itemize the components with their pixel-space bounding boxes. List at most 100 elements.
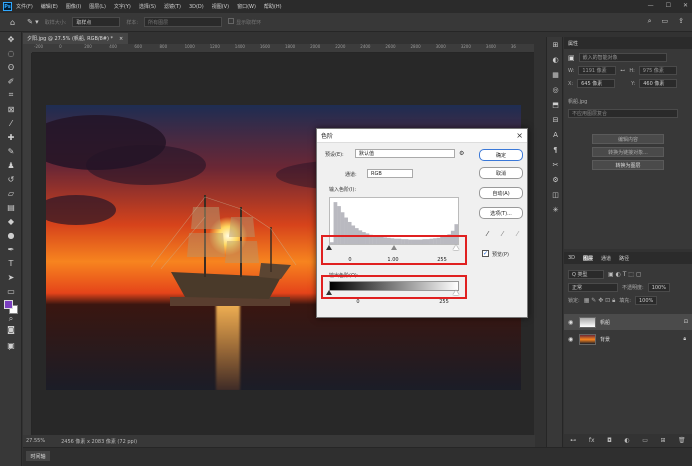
- zoom-level[interactable]: 27.55%: [26, 438, 45, 444]
- styles-panel-icon[interactable]: ⬒: [547, 97, 564, 112]
- preset-select[interactable]: 默认值: [355, 149, 455, 158]
- options-button[interactable]: 选项(T)...: [479, 207, 523, 219]
- character-panel-icon[interactable]: A: [547, 127, 564, 142]
- workspace-icon[interactable]: ▭: [662, 17, 669, 26]
- type-tool-icon[interactable]: T: [0, 256, 22, 270]
- close-icon[interactable]: ×: [516, 131, 523, 140]
- height-field[interactable]: 975 像素: [638, 66, 677, 75]
- auto-button[interactable]: 自动(A): [479, 187, 523, 199]
- visibility-eye-icon[interactable]: ◉: [568, 319, 575, 326]
- dodge-tool-icon[interactable]: ●: [0, 228, 22, 242]
- black-point-eyedropper-icon[interactable]: ⁄: [483, 229, 492, 238]
- frame-tool-icon[interactable]: ⊠: [0, 102, 22, 116]
- menu-view[interactable]: 视图(V): [212, 3, 229, 10]
- filter-icons[interactable]: ▣ ◐ T ⬚ ▢: [608, 271, 642, 278]
- share-icon[interactable]: ⇪: [678, 17, 684, 26]
- document-tab[interactable]: 夕阳.jpg @ 27.5% (帆船, RGB/8#) * ×: [23, 33, 128, 44]
- menu-help[interactable]: 帮助(H): [264, 3, 282, 10]
- trash-icon[interactable]: 🗑︎: [678, 437, 686, 444]
- menu-image[interactable]: 图像(I): [66, 3, 81, 10]
- channel-select[interactable]: RGB: [367, 169, 413, 178]
- menu-window[interactable]: 窗口(W): [237, 3, 256, 10]
- close-document-icon[interactable]: ×: [119, 36, 123, 42]
- add-mask-icon[interactable]: ◘: [607, 437, 612, 444]
- eraser-tool-icon[interactable]: ▱: [0, 186, 22, 200]
- quick-select-tool-icon[interactable]: ✐: [0, 74, 22, 88]
- maximize-button[interactable]: ☐: [666, 2, 671, 9]
- sailing-ship[interactable]: [141, 177, 301, 307]
- crop-tool-icon[interactable]: ⌗: [0, 88, 22, 102]
- menu-3d[interactable]: 3D(D): [189, 4, 204, 10]
- brush-settings-icon[interactable]: ✂: [547, 157, 564, 172]
- show-ring-checkbox[interactable]: [228, 18, 235, 24]
- info-panel-icon[interactable]: ✳: [547, 202, 564, 217]
- shape-tool-icon[interactable]: ▭: [0, 284, 22, 298]
- eyedropper-tool-icon[interactable]: ✎ ▾: [27, 18, 39, 26]
- link-icon[interactable]: ⊷: [620, 68, 625, 74]
- preview-checkbox[interactable]: ✓: [482, 250, 489, 257]
- layer-row-background[interactable]: ◉ 背景 🔒︎: [564, 331, 692, 347]
- gradient-tool-icon[interactable]: ▤: [0, 200, 22, 214]
- output-black-value[interactable]: 0: [347, 298, 369, 306]
- move-tool-icon[interactable]: ✥: [0, 32, 22, 46]
- tab-paths[interactable]: 路径: [619, 255, 629, 262]
- search-icon[interactable]: ⌕: [648, 17, 652, 26]
- layer-row-ship[interactable]: ◉ 帆船 ⊡: [564, 314, 692, 330]
- brush-tool-icon[interactable]: ✎: [0, 144, 22, 158]
- menu-filter[interactable]: 滤镜(T): [164, 3, 181, 10]
- color-panel-icon[interactable]: ◐: [547, 52, 564, 67]
- cancel-button[interactable]: 取消: [479, 167, 523, 179]
- navigator-panel-icon[interactable]: ◫: [547, 187, 564, 202]
- opacity-field[interactable]: 100%: [647, 283, 670, 292]
- tab-3d[interactable]: 3D: [568, 255, 575, 261]
- libraries-panel-icon[interactable]: ⊟: [547, 112, 564, 127]
- menu-edit[interactable]: 编辑(E): [41, 3, 58, 10]
- timeline-tab[interactable]: 时间轴: [26, 451, 50, 461]
- lock-icons[interactable]: ▦ ✎ ✥ ⊡ 🔒︎: [584, 297, 616, 305]
- x-field[interactable]: 645 像素: [577, 79, 616, 88]
- new-layer-icon[interactable]: ⊞: [660, 437, 665, 444]
- eyedropper-icon[interactable]: ⁄: [0, 116, 22, 130]
- blur-tool-icon[interactable]: ◆: [0, 214, 22, 228]
- path-select-icon[interactable]: ➤: [0, 270, 22, 284]
- preset-options-gear-icon[interactable]: ⚙: [459, 150, 464, 157]
- lasso-tool-icon[interactable]: ʘ: [0, 60, 22, 74]
- tab-layers[interactable]: 图层: [583, 255, 593, 262]
- tab-channels[interactable]: 通道: [601, 255, 611, 262]
- menu-layer[interactable]: 图层(L): [89, 3, 106, 10]
- healing-brush-icon[interactable]: ✚: [0, 130, 22, 144]
- close-window-button[interactable]: ✕: [683, 2, 688, 9]
- home-icon[interactable]: ⌂: [10, 18, 15, 27]
- show-ring-option[interactable]: 显示取样环: [228, 18, 261, 26]
- clone-source-icon[interactable]: ⚙: [547, 172, 564, 187]
- ok-button[interactable]: 确定: [479, 149, 523, 161]
- foreground-color-swatch[interactable]: [4, 300, 13, 309]
- menu-select[interactable]: 选择(S): [139, 3, 156, 10]
- adjustment-layer-icon[interactable]: ◐: [624, 437, 629, 444]
- minimize-button[interactable]: —: [648, 2, 654, 9]
- document-info[interactable]: 2456 像素 x 2083 像素 (72 ppi): [61, 438, 137, 445]
- stamp-tool-icon[interactable]: ♟: [0, 158, 22, 172]
- horizontal-ruler[interactable]: -200 0 200 400 600 800 1000 1200 1400 1600 1800 200…: [32, 44, 534, 53]
- menu-file[interactable]: 文件(F): [16, 3, 33, 10]
- marquee-tool-icon[interactable]: ◌: [0, 46, 22, 60]
- sample-select[interactable]: 所有图层: [144, 17, 223, 27]
- paragraph-panel-icon[interactable]: ¶: [547, 142, 564, 157]
- pen-tool-icon[interactable]: ✒: [0, 242, 22, 256]
- convert-to-layers-button[interactable]: 转换为图层: [592, 160, 664, 170]
- layer-kind-filter[interactable]: Q 类型: [568, 270, 604, 279]
- swatches-panel-icon[interactable]: ▦: [547, 67, 564, 82]
- history-panel-icon[interactable]: ⊞: [547, 37, 564, 52]
- layer-comp-select[interactable]: 不应用图层复合: [568, 109, 678, 118]
- y-field[interactable]: 460 像素: [639, 79, 678, 88]
- sample-size-select[interactable]: 取样点: [72, 17, 121, 27]
- edit-contents-button[interactable]: 编辑内容: [592, 134, 664, 144]
- quick-mask-icon[interactable]: ◙: [0, 322, 22, 336]
- screen-mode-icon[interactable]: ▣: [0, 338, 22, 352]
- vertical-ruler[interactable]: [23, 53, 32, 435]
- blend-mode-select[interactable]: 正常: [568, 283, 618, 292]
- new-group-icon[interactable]: ▭: [642, 437, 648, 444]
- output-white-value[interactable]: 255: [433, 298, 455, 306]
- gray-point-eyedropper-icon[interactable]: ⁄: [498, 229, 507, 238]
- fx-icon[interactable]: fx: [589, 437, 595, 444]
